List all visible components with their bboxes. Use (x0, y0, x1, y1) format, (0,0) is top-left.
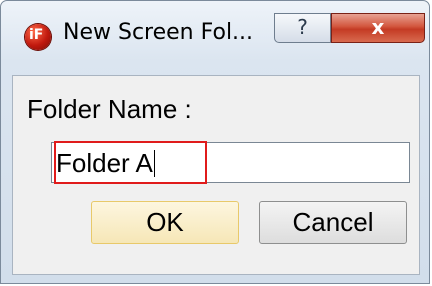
dialog-window: New Screen Fol... ? x Folder Name : Fold… (0, 0, 430, 284)
title-bar[interactable]: New Screen Fol... ? x (1, 1, 431, 75)
folder-name-label: Folder Name : (27, 94, 192, 124)
ok-button[interactable]: OK (91, 201, 239, 244)
close-button[interactable]: x (331, 13, 425, 43)
dialog-body: Folder Name : Folder A OK Cancel (12, 75, 420, 275)
highlight-annotation (54, 141, 207, 184)
cancel-button[interactable]: Cancel (259, 201, 407, 244)
window-title: New Screen Fol... (63, 20, 254, 45)
help-button[interactable]: ? (274, 13, 331, 43)
app-logo-icon (25, 24, 51, 50)
